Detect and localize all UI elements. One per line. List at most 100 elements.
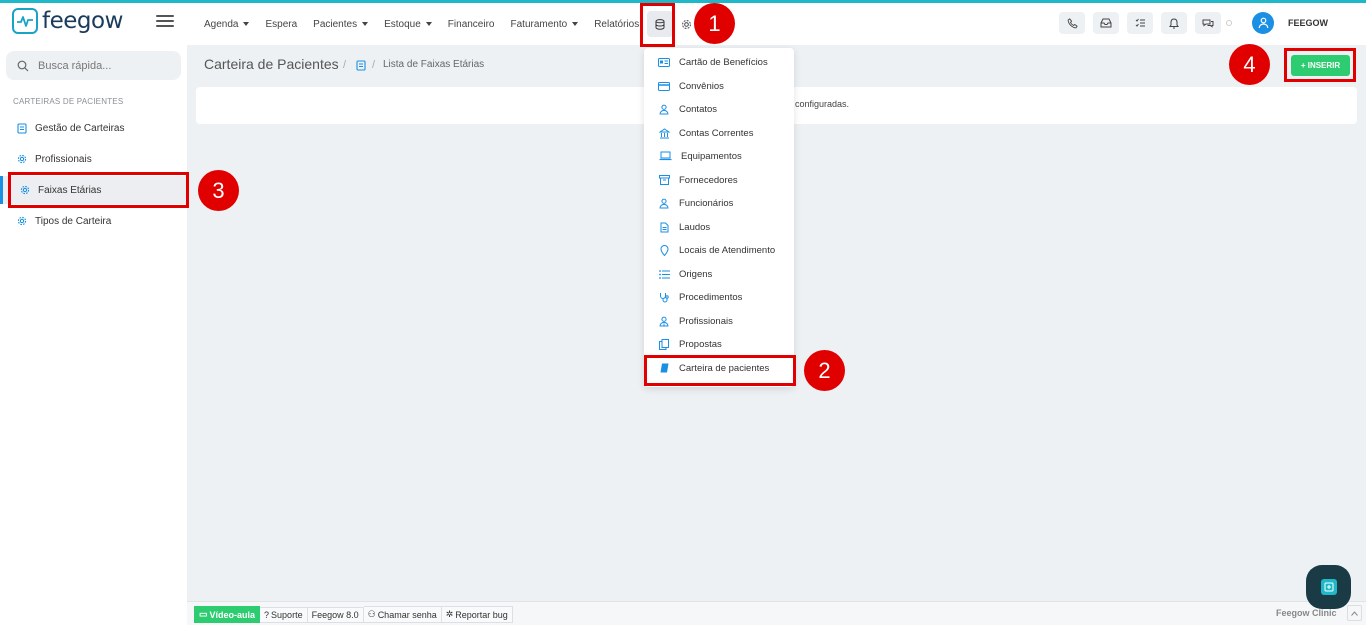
doctor-icon [658,316,670,327]
menu-item-fornecedores[interactable]: Fornecedores [644,169,794,191]
chamar-senha-button[interactable]: ⚇ Chamar senha [363,606,442,623]
book-icon [658,363,670,373]
sidebar-item-faixas-etarias[interactable]: Faixas Etárias [0,176,187,204]
nav-relatorios-label: Relatórios [594,18,640,30]
reportar-bug-label: Reportar bug [455,609,508,620]
menu-item-label: Contatos [679,103,718,115]
gear-icon [681,19,691,29]
chevron-down-icon [572,22,579,26]
app-icon [1320,579,1337,595]
suporte-button[interactable]: ? Suporte [260,606,308,623]
status-dot [1226,20,1232,26]
menu-item-contatos[interactable]: Contatos [644,98,794,120]
menu-item-label: Propostas [679,338,722,350]
annotation-badge-4: 4 [1229,44,1270,85]
nav-financeiro[interactable]: Financeiro [440,3,503,45]
quick-search-input[interactable]: Busca rápida... [6,51,181,80]
menu-item-label: Funcionários [679,197,734,209]
sidebar-item-gestao-de-carteiras[interactable]: Gestão de Carteiras [0,114,187,142]
insert-button[interactable]: + INSERIR [1291,55,1350,76]
sidebar-item-tipos-de-carteira[interactable]: Tipos de Carteira [0,207,187,235]
menu-item-label: Profissionais [679,315,733,327]
logo-heartbeat-icon [12,8,38,34]
chevron-down-icon [425,22,432,26]
nav-relatorios[interactable]: Relatórios [586,3,641,45]
phone-button[interactable] [1059,12,1085,34]
menu-item-contas-correntes[interactable]: Contas Correntes [644,122,794,144]
inbox-button[interactable] [1093,12,1119,34]
menu-item-propostas[interactable]: Propostas [644,333,794,355]
menu-item-origens[interactable]: Origens [644,263,794,285]
chevron-down-icon [243,22,250,26]
main-nav: Agenda Espera Pacientes Estoque Financei… [196,3,699,45]
sidebar-item-label: Gestão de Carteiras [35,122,125,134]
menu-item-funcionarios[interactable]: Funcionários [644,192,794,214]
video-icon: ▭ [199,609,208,619]
breadcrumb-separator: / [372,59,376,71]
notifications-button[interactable] [1161,12,1187,34]
nav-faturamento[interactable]: Faturamento [503,3,587,45]
menu-item-equipamentos[interactable]: Equipamentos [644,145,794,167]
chevron-up-icon [1351,610,1358,616]
floating-action-button[interactable] [1306,565,1351,609]
nav-espera[interactable]: Espera [257,3,305,45]
archive-icon [658,175,670,185]
menu-toggle-icon[interactable] [156,13,174,29]
menu-item-laudos[interactable]: Laudos [644,216,794,238]
nav-agenda[interactable]: Agenda [196,3,257,45]
laptop-icon [658,151,672,161]
user-icon [1258,17,1268,29]
gear-icon [17,154,27,164]
bug-icon: ✲ [445,609,454,619]
menu-item-label: Laudos [679,221,711,233]
stethoscope-icon [658,292,670,303]
menu-item-carteira-de-pacientes[interactable]: Carteira de pacientes [644,357,794,379]
menu-item-procedimentos[interactable]: Procedimentos [644,286,794,308]
menu-item-label: Cartão de Benefícios [679,56,768,68]
menu-item-label: Fornecedores [679,174,738,186]
user-menu[interactable]: FEEGOW [1226,12,1328,34]
footer-bar: ▭ Vídeo-aula ? Suporte Feegow 8.0 ⚇ Chamar … [187,601,1366,625]
search-placeholder: Busca rápida... [38,59,112,72]
menu-item-label: Locais de Atendimento [679,244,776,256]
page-title: Carteira de Pacientes [204,56,339,72]
breadcrumb-separator: / [343,59,347,71]
sidebar-item-profissionais[interactable]: Profissionais [0,145,187,173]
database-menu-button[interactable] [647,11,674,37]
logo-text: feegow [42,8,123,34]
menu-item-label: Carteira de pacientes [679,362,770,374]
annotation-badge-2: 2 [804,350,845,391]
nav-espera-label: Espera [265,18,298,30]
nav-estoque-label: Estoque [384,18,421,30]
database-icon [655,18,665,30]
credit-card-icon [658,81,670,91]
menu-item-cartao-de-beneficios[interactable]: Cartão de Benefícios [644,51,794,73]
breadcrumb-current: Lista de Faixas Etárias [383,59,485,70]
nav-pacientes[interactable]: Pacientes [305,3,376,45]
menu-item-locais-de-atendimento[interactable]: Locais de Atendimento [644,239,794,261]
help-icon: ? [264,609,270,620]
reportar-bug-button[interactable]: ✲ Reportar bug [441,606,513,623]
menu-item-label: Procedimentos [679,291,743,303]
menu-item-convenios[interactable]: Convênios [644,75,794,97]
group-icon: ⚇ [367,609,376,619]
video-aula-label: Vídeo-aula [209,609,256,620]
video-aula-button[interactable]: ▭ Vídeo-aula [194,606,261,623]
top-right-actions [1059,12,1221,34]
bank-icon [658,127,670,139]
footer-links: ▭ Vídeo-aula ? Suporte Feegow 8.0 ⚇ Chamar … [194,606,513,623]
avatar [1252,12,1274,34]
wallet-icon [17,122,27,134]
scroll-top-button[interactable] [1347,605,1362,621]
menu-item-label: Contas Correntes [679,127,754,139]
sidebar-item-label: Faixas Etárias [38,184,102,196]
database-dropdown-menu: Cartão de Benefícios Convênios Contatos … [644,48,794,387]
sidebar-item-label: Profissionais [35,153,92,165]
gear-icon [20,185,30,195]
tasks-button[interactable] [1127,12,1153,34]
nav-estoque[interactable]: Estoque [376,3,440,45]
logo[interactable]: feegow [12,7,123,35]
chat-button[interactable] [1195,12,1221,34]
menu-item-profissionais[interactable]: Profissionais [644,310,794,332]
sidebar-item-label: Tipos de Carteira [35,215,112,227]
